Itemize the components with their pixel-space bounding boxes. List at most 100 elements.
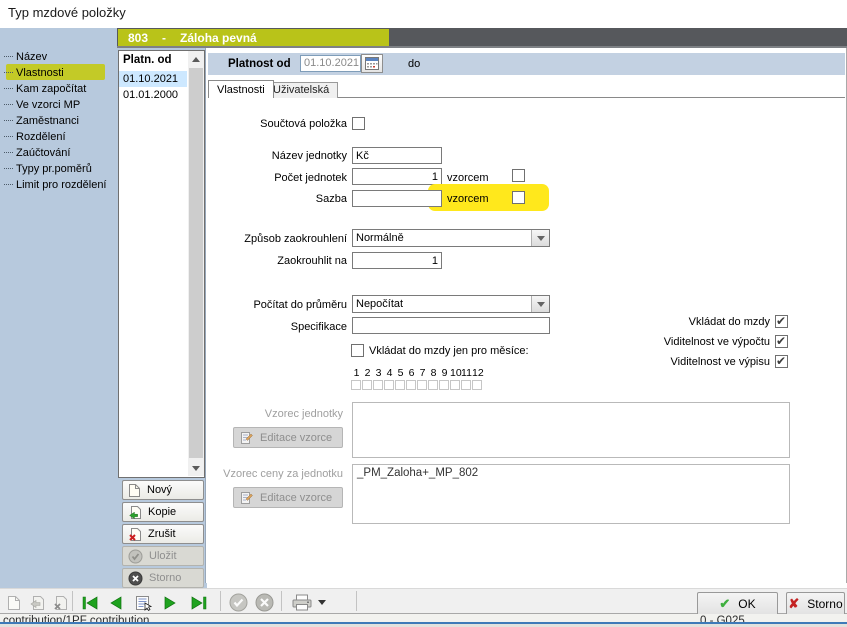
month-checkbox[interactable] bbox=[439, 380, 449, 390]
unit-formula-label: Vzorec jednotky bbox=[265, 408, 343, 420]
storno-x-icon: ✘ bbox=[788, 596, 799, 612]
price-formula-textarea[interactable]: _PM_Zaloha+_MP_802 bbox=[352, 464, 790, 524]
edit-unit-formula-button[interactable]: Editace vzorce bbox=[233, 427, 343, 448]
sidebar-item-ve-vzorci-mp[interactable]: Ve vzorci MP bbox=[4, 97, 80, 112]
month-number: 11 bbox=[461, 367, 472, 379]
window-title: Typ mzdové položky bbox=[8, 5, 126, 20]
sidebar-item-limit-pro-rozdeleni[interactable]: Limit pro rozdělení bbox=[4, 177, 107, 192]
storno-button-label: Storno bbox=[807, 597, 842, 611]
unit-count-input[interactable] bbox=[352, 168, 442, 185]
tree-branch-icon bbox=[4, 72, 13, 73]
sidebar-item-vlastnosti[interactable]: Vlastnosti bbox=[4, 65, 64, 80]
month-checkbox[interactable] bbox=[406, 380, 416, 390]
round-to-input[interactable] bbox=[352, 252, 442, 269]
month-checkbox[interactable] bbox=[373, 380, 383, 390]
month-checkbox[interactable] bbox=[450, 380, 460, 390]
visible-in-report-checkbox[interactable] bbox=[775, 355, 788, 368]
new-button[interactable]: Nový bbox=[122, 480, 204, 500]
unit-count-formula-checkbox[interactable] bbox=[512, 169, 525, 182]
chevron-down-icon[interactable] bbox=[531, 296, 549, 312]
rate-formula-checkbox[interactable] bbox=[512, 191, 525, 204]
edit-price-formula-button[interactable]: Editace vzorce bbox=[233, 487, 343, 508]
rounding-method-value: Normálně bbox=[353, 232, 531, 244]
nav-next-icon bbox=[161, 595, 179, 611]
sidebar-item-zamestnanci[interactable]: Zaměstnanci bbox=[4, 113, 79, 128]
toolbar-separator bbox=[220, 591, 221, 611]
save-button[interactable]: Uložit bbox=[122, 546, 204, 566]
toolbar-separator bbox=[281, 591, 282, 611]
nav-first-button[interactable] bbox=[80, 594, 100, 611]
sidebar-item-zauctovani[interactable]: Zaúčtování bbox=[4, 145, 70, 160]
validity-list-row[interactable]: 01.10.2021 bbox=[119, 71, 187, 87]
validity-list-row[interactable]: 01.01.2000 bbox=[119, 87, 187, 103]
visible-in-calc-checkbox[interactable] bbox=[775, 335, 788, 348]
validity-from-value: 01.10.2021 bbox=[300, 55, 361, 72]
sidebar-item-rozdeleni[interactable]: Rozdělení bbox=[4, 129, 66, 144]
record-header-text: 803 - Záloha pevná bbox=[128, 31, 257, 45]
print-dropdown-caret-icon[interactable] bbox=[316, 594, 328, 611]
sidebar-item-label: Kam započítat bbox=[16, 83, 86, 95]
nav-last-button[interactable] bbox=[189, 594, 209, 611]
browse-list-icon bbox=[135, 595, 152, 611]
month-number: 9 bbox=[439, 367, 450, 379]
average-value: Nepočítat bbox=[353, 298, 531, 310]
month-checkbox[interactable] bbox=[417, 380, 427, 390]
delete-button[interactable]: Zrušit bbox=[122, 524, 204, 544]
toolbar-delete-button[interactable] bbox=[50, 594, 70, 611]
toolbar-copy-button[interactable] bbox=[27, 594, 47, 611]
unit-name-input[interactable] bbox=[352, 147, 442, 164]
month-checkbox[interactable] bbox=[384, 380, 394, 390]
printer-icon bbox=[291, 594, 313, 611]
sidebar-item-label: Zaúčtování bbox=[16, 147, 70, 159]
round-to-label: Zaokrouhlit na bbox=[277, 255, 347, 267]
print-button[interactable] bbox=[290, 594, 314, 611]
month-checkbox[interactable] bbox=[428, 380, 438, 390]
specification-input[interactable] bbox=[352, 317, 550, 334]
tab-uzivatelska[interactable]: Uživatelská bbox=[264, 82, 338, 98]
tab-vlastnosti[interactable]: Vlastnosti bbox=[208, 80, 274, 98]
nav-prev-icon bbox=[107, 595, 125, 611]
ok-button[interactable]: ✔ OK bbox=[697, 592, 778, 616]
record-dash: - bbox=[162, 31, 166, 45]
sidebar-item-typy-pr-pomeru[interactable]: Typy pr.poměrů bbox=[4, 161, 92, 176]
statusbar-cropped: contribution/1PF contribution 0 - G025 bbox=[0, 614, 847, 622]
edit-formula-button-label: Editace vzorce bbox=[260, 492, 332, 504]
sidebar-item-nazev[interactable]: Název bbox=[4, 49, 47, 64]
toolbar-save-button[interactable] bbox=[228, 594, 248, 611]
rate-input[interactable] bbox=[352, 190, 442, 207]
storno-button[interactable]: ✘ Storno bbox=[786, 592, 845, 616]
chevron-down-icon[interactable] bbox=[531, 230, 549, 246]
browse-list-button[interactable] bbox=[133, 594, 153, 611]
toolbar-separator bbox=[356, 591, 357, 611]
toolbar-cancel-button[interactable] bbox=[254, 594, 274, 611]
copy-button[interactable]: Kopie bbox=[122, 502, 204, 522]
months-only-checkbox[interactable] bbox=[351, 344, 364, 357]
insert-to-wage-checkbox[interactable] bbox=[775, 315, 788, 328]
sidebar-item-kam-zapocitat[interactable]: Kam započítat bbox=[4, 81, 86, 96]
month-checkbox[interactable] bbox=[362, 380, 372, 390]
copy-button-label: Kopie bbox=[148, 506, 176, 518]
month-checkbox[interactable] bbox=[472, 380, 482, 390]
nav-prev-button[interactable] bbox=[106, 594, 126, 611]
rounding-method-select[interactable]: Normálně bbox=[352, 229, 550, 247]
month-checkbox[interactable] bbox=[461, 380, 471, 390]
scrollbar-thumb[interactable] bbox=[189, 68, 203, 458]
calendar-button[interactable] bbox=[361, 54, 383, 73]
sum-item-checkbox[interactable] bbox=[352, 117, 365, 130]
month-checkbox[interactable] bbox=[351, 380, 361, 390]
price-formula-label: Vzorec ceny za jednotku bbox=[223, 468, 343, 480]
cancel-button[interactable]: Storno bbox=[122, 568, 204, 588]
unit-formula-textarea[interactable] bbox=[352, 402, 790, 458]
sidebar-item-label: Název bbox=[16, 51, 47, 63]
statusbar-right-text: 0 - G025 bbox=[700, 615, 745, 622]
scroll-down-icon[interactable] bbox=[188, 460, 204, 476]
copy-page-icon bbox=[128, 505, 142, 520]
validity-list-scrollbar[interactable] bbox=[188, 51, 204, 476]
scroll-up-icon[interactable] bbox=[188, 51, 204, 67]
average-select[interactable]: Nepočítat bbox=[352, 295, 550, 313]
record-code: 803 bbox=[128, 31, 148, 45]
toolbar-new-button[interactable] bbox=[4, 594, 24, 611]
month-checkbox[interactable] bbox=[395, 380, 405, 390]
nav-next-button[interactable] bbox=[160, 594, 180, 611]
new-page-icon bbox=[7, 595, 21, 611]
